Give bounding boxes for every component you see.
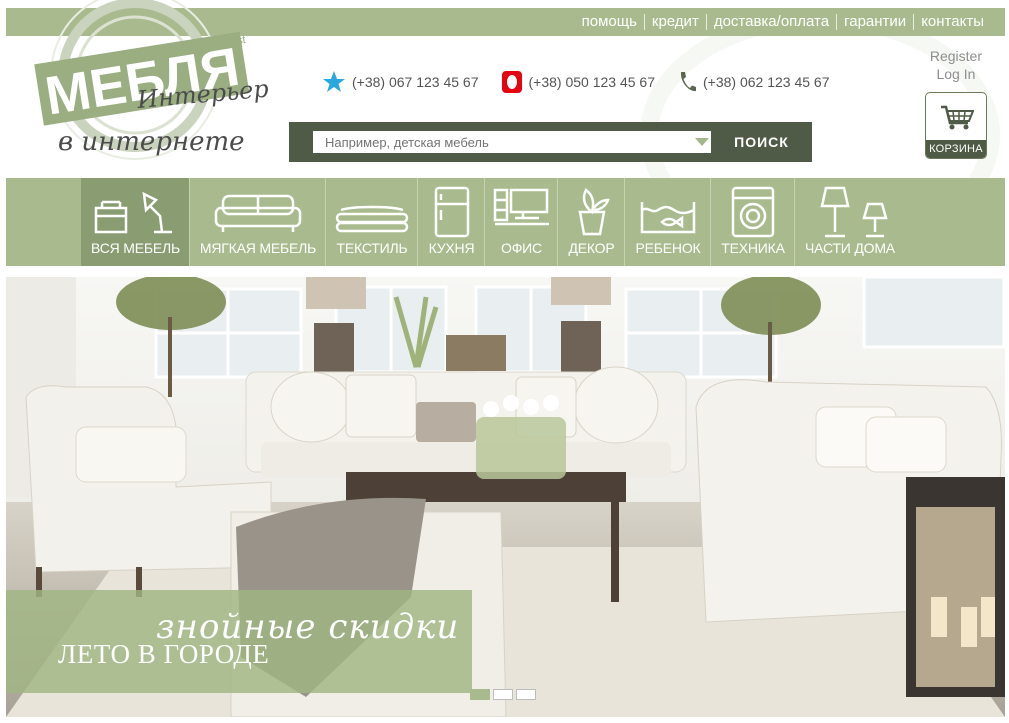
contact-phones: (+38) 067 123 45 67 (+38) 050 123 45 67 … <box>322 70 852 94</box>
chevron-down-icon <box>695 138 709 146</box>
slider-dot-3[interactable] <box>516 689 536 700</box>
nav-warranty-link[interactable]: гарантии <box>837 12 913 31</box>
nav-credit-link[interactable]: кредит <box>645 12 706 31</box>
category-label: ТЕКСТИЛЬ <box>336 240 408 256</box>
slider-dots <box>470 689 539 700</box>
category-decor[interactable]: ДЕКОР <box>558 178 625 266</box>
nav-contacts-link[interactable]: контакты <box>914 12 991 31</box>
slider-dot-1[interactable] <box>470 689 490 700</box>
category-appliances[interactable]: ТЕХНИКА <box>711 178 795 266</box>
category-label: ТЕХНИКА <box>721 240 785 256</box>
site-logo[interactable]: МЕБЛЯ st Интерьер в интернете <box>30 0 280 170</box>
category-home-parts[interactable]: ЧАСТИ ДОМА <box>795 178 905 266</box>
search-button[interactable]: ПОИСК <box>719 129 804 155</box>
nav-help-link[interactable]: помощь <box>575 12 644 31</box>
search-category-dropdown[interactable] <box>693 131 711 153</box>
mts-logo-icon <box>501 71 522 93</box>
hero-banner[interactable]: знойные скидки ЛЕТО В ГОРОДЕ <box>6 277 1005 717</box>
login-link[interactable]: Log In <box>930 65 982 83</box>
top-nav: помощь кредит доставка/оплата гарантии к… <box>575 12 991 31</box>
category-menu: ВСЯ МЕБЕЛЬ МЯГКАЯ МЕБЕЛЬ ТЕКСТИЛЬ КУХНЯ … <box>6 178 1005 266</box>
nav-delivery-link[interactable]: доставка/оплата <box>707 12 836 31</box>
slider-dot-2[interactable] <box>493 689 513 700</box>
category-all-furniture[interactable]: ВСЯ МЕБЕЛЬ <box>81 178 190 266</box>
category-label: ОФИС <box>501 240 542 256</box>
furniture-lamp-icon <box>94 191 172 234</box>
contact-phone-2: (+38) 050 123 45 67 <box>528 74 656 90</box>
star-icon <box>323 71 345 92</box>
lamps-icon <box>820 186 888 238</box>
category-label: ЧАСТИ ДОМА <box>805 240 895 256</box>
office-desk-icon <box>493 188 549 226</box>
category-label: РЕБЕНОК <box>635 240 701 256</box>
sofa-icon <box>214 194 302 232</box>
category-label: ВСЯ МЕБЕЛЬ <box>91 240 180 256</box>
folded-textile-icon <box>335 205 409 233</box>
category-label: ДЕКОР <box>568 240 615 256</box>
washing-machine-icon <box>731 186 775 238</box>
logo-stamp-letters: st <box>236 34 246 47</box>
auth-links: Register Log In <box>930 47 982 83</box>
phone-icon <box>680 72 696 92</box>
category-label: КУХНЯ <box>428 240 475 256</box>
category-label: МЯГКАЯ МЕБЕЛЬ <box>199 240 317 256</box>
contact-landline: (+38) 062 123 45 67 <box>677 70 830 94</box>
search-input[interactable] <box>313 131 711 153</box>
promo-title: ЛЕТО В ГОРОДЕ <box>58 639 270 669</box>
category-textile[interactable]: ТЕКСТИЛЬ <box>326 178 418 266</box>
basket-icon <box>941 105 974 130</box>
search-bar: ПОИСК <box>289 122 812 162</box>
logo-tagline-2: в интернете <box>58 127 245 157</box>
contact-phone-3: (+38) 062 123 45 67 <box>703 74 830 90</box>
cart-label: КОРЗИНА <box>926 140 986 158</box>
plant-pot-icon <box>578 188 610 236</box>
category-office[interactable]: ОФИС <box>485 178 558 266</box>
register-link[interactable]: Register <box>930 47 982 65</box>
fridge-icon <box>434 186 469 238</box>
cart-button[interactable]: КОРЗИНА <box>925 92 987 159</box>
category-kitchen[interactable]: КУХНЯ <box>418 178 485 266</box>
category-upholstered[interactable]: МЯГКАЯ МЕБЕЛЬ <box>190 178 326 266</box>
category-kids[interactable]: РЕБЕНОК <box>625 178 711 266</box>
contact-phone-1: (+38) 067 123 45 67 <box>352 74 479 90</box>
aquarium-icon <box>640 202 696 234</box>
contact-kyivstar: (+38) 067 123 45 67 <box>322 70 479 94</box>
contact-mts: (+38) 050 123 45 67 <box>501 70 656 94</box>
